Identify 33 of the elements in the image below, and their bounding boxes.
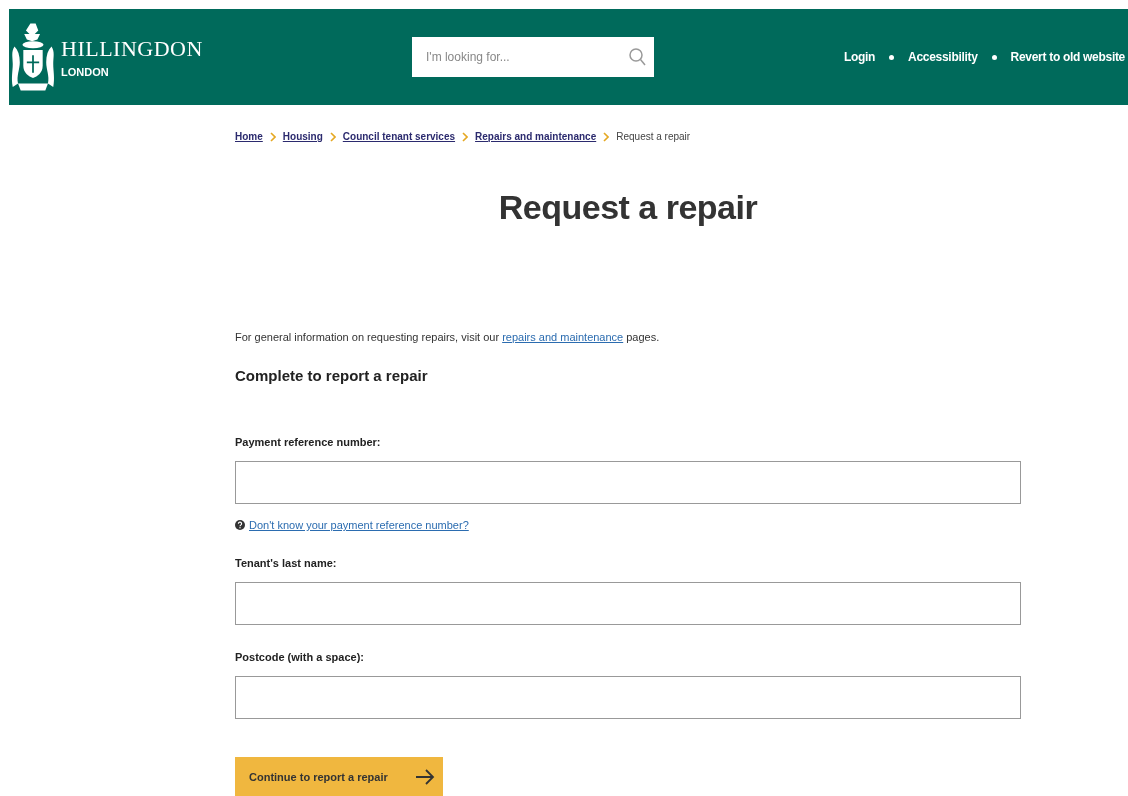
search-field[interactable]: I'm looking for... <box>412 37 654 77</box>
continue-button[interactable]: Continue to report a repair <box>235 757 443 796</box>
breadcrumb-current: Request a repair <box>616 131 691 142</box>
input-field[interactable] <box>235 676 1021 719</box>
separator-dot <box>889 54 895 60</box>
intro-text: pages. <box>626 331 660 343</box>
search-icon[interactable] <box>629 48 646 67</box>
chevron-icon <box>269 131 276 142</box>
help-icon <box>235 520 245 530</box>
help-link[interactable]: Don't know your payment reference number? <box>249 519 469 531</box>
council-subtitle: LONDON <box>61 66 110 78</box>
breadcrumb-link[interactable]: Home <box>235 131 263 142</box>
breadcrumb-link[interactable]: Council tenant services <box>342 131 456 142</box>
field-label: Tenant's last name: <box>235 557 338 569</box>
form-heading: Complete to report a repair <box>235 367 429 384</box>
chevron-icon <box>603 131 610 142</box>
field-label: Postcode (with a space): <box>235 651 365 663</box>
council-name: HILLINGDON <box>61 36 203 62</box>
field-label: Payment reference number: <box>235 436 382 448</box>
separator-dot <box>991 54 997 60</box>
header-link[interactable]: Accessibility <box>908 50 978 64</box>
chevron-icon <box>329 131 336 142</box>
input-field[interactable] <box>235 461 1021 504</box>
input-field[interactable] <box>235 582 1021 625</box>
intro-text: For general information on requesting repairs, visit our <box>235 331 500 343</box>
chevron-icon <box>462 131 469 142</box>
header-link[interactable]: Login <box>843 50 876 64</box>
breadcrumb-link[interactable]: Housing <box>282 131 323 142</box>
arrow-right-icon <box>415 769 435 785</box>
header-link[interactable]: Revert to old website <box>1010 50 1125 64</box>
page-title: Request a repair <box>497 188 759 227</box>
breadcrumb-link[interactable]: Repairs and maintenance <box>475 131 597 142</box>
intro-link[interactable]: repairs and maintenance <box>502 331 624 343</box>
